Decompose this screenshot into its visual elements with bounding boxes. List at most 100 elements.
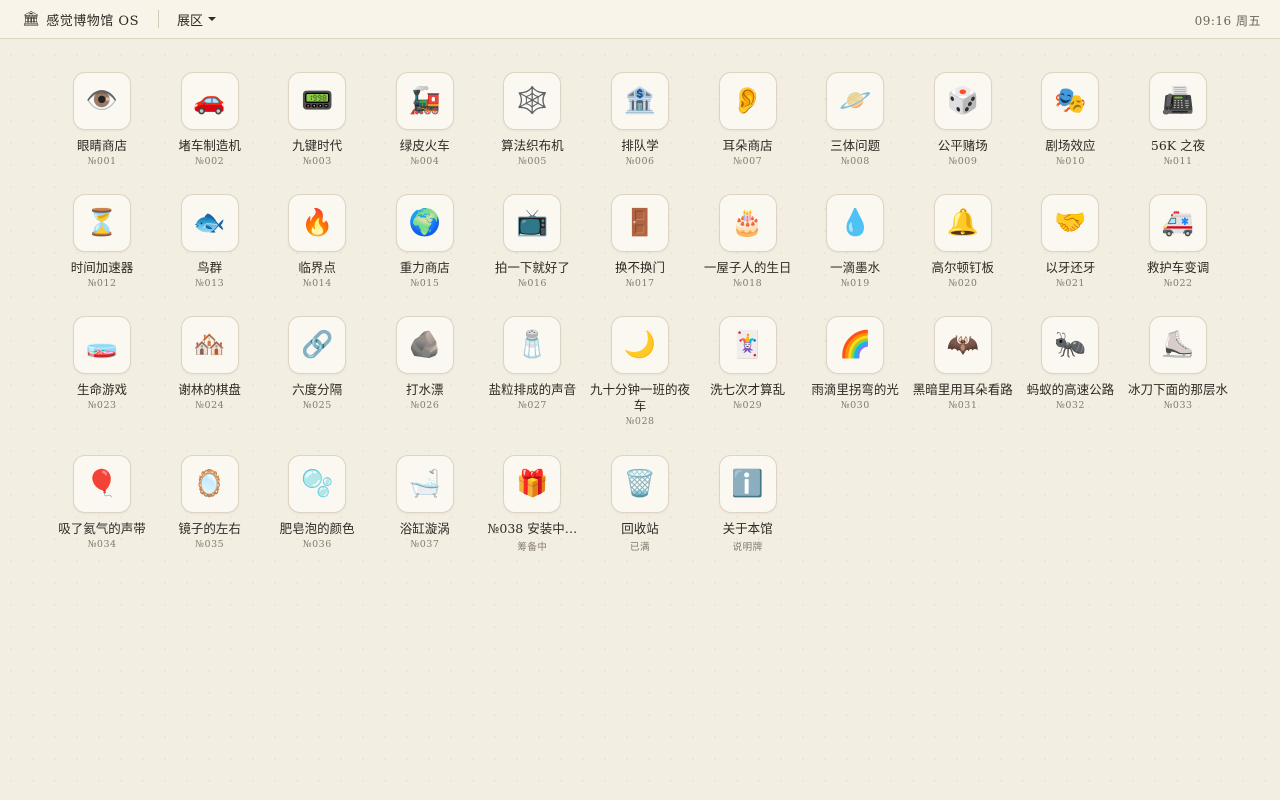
app-icon-fish[interactable]: 🐟 鸟群 №013: [156, 194, 264, 289]
joker-card-icon: 🃏: [718, 316, 777, 374]
app-label: 生命游戏: [76, 382, 127, 397]
app-number: 说明牌: [732, 542, 763, 553]
app-number: №026: [410, 400, 440, 411]
app-icon-birthday-cake[interactable]: 🎂 一屋子人的生日 №018: [694, 194, 802, 289]
app-icon-planet[interactable]: 🪐 三体问题 №008: [801, 72, 909, 167]
houses-icon: 🏘️: [180, 316, 239, 374]
app-icon-ambulance[interactable]: 🚑 救护车变调 №022: [1124, 194, 1232, 289]
app-number: №005: [517, 156, 547, 167]
app-icon-eye[interactable]: 👁️ 眼睛商店 №001: [48, 72, 156, 167]
app-icon-hourglass[interactable]: ⏳ 时间加速器 №012: [48, 194, 156, 289]
fax-icon: 📠: [1149, 72, 1207, 130]
app-icon-bathtub[interactable]: 🛁 浴缸漩涡 №037: [371, 455, 479, 550]
app-number: №023: [87, 400, 117, 411]
app-number: №028: [625, 416, 655, 427]
fish-icon: 🐟: [180, 194, 239, 252]
app-icon-handshake[interactable]: 🤝 以牙还牙 №021: [1016, 194, 1124, 289]
app-icon-pager[interactable]: 📟 九键时代 №003: [263, 72, 371, 167]
ear-icon: 👂: [718, 72, 777, 130]
app-number: №034: [87, 539, 117, 550]
door-icon: 🚪: [611, 194, 669, 252]
app-number: №012: [87, 278, 117, 289]
app-icon-locomotive[interactable]: 🚂 绿皮火车 №004: [371, 72, 479, 167]
top-bar: 🏛 感觉博物馆 OS 展区 09:16 周五: [0, 0, 1280, 39]
app-number: №013: [195, 278, 225, 289]
app-icon-droplet[interactable]: 💧 一滴墨水 №019: [801, 194, 909, 289]
exhibit-menu[interactable]: 展区: [177, 10, 216, 29]
spiderweb-icon: 🕸️: [503, 72, 562, 130]
gift-icon: 🎁: [503, 455, 562, 513]
app-label: 临界点: [298, 260, 336, 275]
brand-title: 感觉博物馆 OS: [46, 13, 139, 29]
app-icon-link[interactable]: 🔗 六度分隔 №025: [263, 316, 371, 411]
app-number: №021: [1055, 278, 1085, 289]
app-number: №019: [840, 278, 870, 289]
app-icon-door[interactable]: 🚪 换不换门 №017: [586, 194, 694, 289]
balloon-icon: 🎈: [73, 455, 131, 513]
app-icon-rock[interactable]: 🪨 打水漂 №026: [371, 316, 479, 411]
chevron-down-icon: [208, 17, 216, 21]
app-icon-balloon[interactable]: 🎈 吸了氦气的声带 №034: [48, 455, 156, 550]
app-label: 鸟群: [197, 260, 223, 275]
app-icon-bell[interactable]: 🔔 高尔顿钉板 №020: [909, 194, 1017, 289]
app-icon-dice[interactable]: 🎲 公平赌场 №009: [909, 72, 1017, 167]
app-number: №004: [410, 156, 440, 167]
app-label: 堵车制造机: [178, 138, 241, 153]
app-icon-petri-dish[interactable]: 🧫 生命游戏 №023: [48, 316, 156, 411]
app-icon-joker-card[interactable]: 🃏 洗七次才算乱 №029: [694, 316, 802, 411]
app-icon-trash[interactable]: 🗑️ 回收站 已满: [586, 455, 694, 553]
app-icon-moon[interactable]: 🌙 九十分钟一班的夜车 №028: [586, 316, 694, 427]
app-label: 换不换门: [614, 260, 665, 275]
globe-icon: 🌍: [395, 194, 454, 252]
droplet-icon: 💧: [826, 194, 885, 252]
app-label: 九十分钟一班的夜车: [589, 382, 690, 413]
planet-icon: 🪐: [826, 72, 885, 130]
app-number: №030: [840, 400, 870, 411]
app-label: 九键时代: [292, 138, 343, 153]
app-icon-salt[interactable]: 🧂 盐粒排成的声音 №027: [478, 316, 586, 411]
app-icon-houses[interactable]: 🏘️ 谢林的棋盘 №024: [156, 316, 264, 411]
bell-icon: 🔔: [933, 194, 992, 252]
app-label: 洗七次才算乱: [710, 382, 786, 397]
pager-icon: 📟: [288, 72, 347, 130]
clock: 09:16 周五: [1194, 14, 1261, 28]
app-icon-gift[interactable]: 🎁 №038 安装中… 筹备中: [478, 455, 586, 553]
trash-icon: 🗑️: [611, 455, 669, 513]
fire-icon: 🔥: [288, 194, 347, 252]
app-icon-spiderweb[interactable]: 🕸️ 算法织布机 №005: [478, 72, 586, 167]
app-icon-fax[interactable]: 📠 56K 之夜 №011: [1124, 72, 1232, 167]
app-icon-ear[interactable]: 👂 耳朵商店 №007: [694, 72, 802, 167]
app-icon-tv[interactable]: 📺 拍一下就好了 №016: [478, 194, 586, 289]
app-icon-mirror[interactable]: 🪞 镜子的左右 №035: [156, 455, 264, 550]
app-label: 吸了氦气的声带: [58, 521, 146, 536]
app-label: 一屋子人的生日: [703, 260, 792, 275]
app-number: №017: [625, 278, 655, 289]
theater-masks-icon: 🎭: [1041, 72, 1100, 130]
app-label: 谢林的棋盘: [178, 382, 241, 397]
app-label: 回收站: [621, 521, 659, 536]
app-label: 肥皂泡的颜色: [279, 521, 355, 536]
app-icon-bank[interactable]: 🏦 排队学 №006: [586, 72, 694, 167]
app-label: 一滴墨水: [830, 260, 881, 275]
app-icon-theater-masks[interactable]: 🎭 剧场效应 №010: [1016, 72, 1124, 167]
app-icon-fire[interactable]: 🔥 临界点 №014: [263, 194, 371, 289]
app-label: 56K 之夜: [1150, 138, 1206, 153]
rainbow-icon: 🌈: [826, 316, 885, 374]
car-icon: 🚗: [180, 72, 239, 130]
app-label: 冰刀下面的那层水: [1127, 382, 1228, 397]
brand[interactable]: 🏛 感觉博物馆 OS: [22, 10, 139, 29]
app-icon-rainbow[interactable]: 🌈 雨滴里拐弯的光 №030: [801, 316, 909, 411]
app-icon-ice-skate[interactable]: ⛸️ 冰刀下面的那层水 №033: [1124, 316, 1232, 411]
moon-icon: 🌙: [611, 316, 669, 374]
app-icon-info[interactable]: ℹ️ 关于本馆 说明牌: [694, 455, 802, 553]
app-icon-ant[interactable]: 🐜 蚂蚁的高速公路 №032: [1016, 316, 1124, 411]
app-label: 打水漂: [406, 382, 444, 397]
tv-icon: 📺: [503, 194, 562, 252]
app-icon-bubbles[interactable]: 🫧 肥皂泡的颜色 №036: [263, 455, 371, 550]
handshake-icon: 🤝: [1041, 194, 1100, 252]
app-icon-bat[interactable]: 🦇 黑暗里用耳朵看路 №031: [909, 316, 1017, 411]
app-label: 救护车变调: [1146, 260, 1210, 275]
app-icon-car[interactable]: 🚗 堵车制造机 №002: [156, 72, 264, 167]
info-icon: ℹ️: [718, 455, 777, 513]
app-icon-globe[interactable]: 🌍 重力商店 №015: [371, 194, 479, 289]
